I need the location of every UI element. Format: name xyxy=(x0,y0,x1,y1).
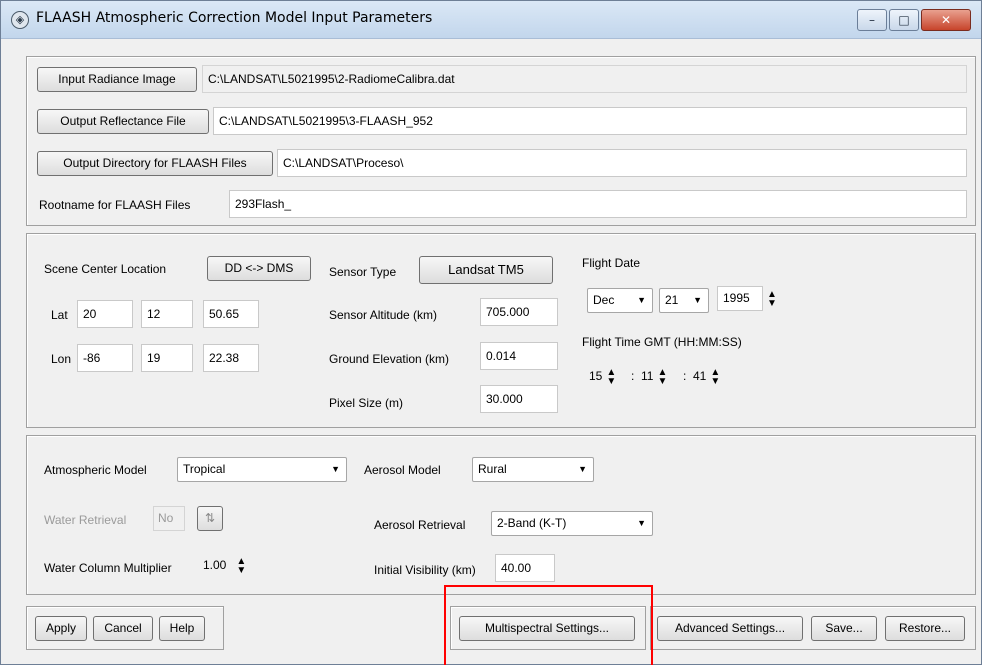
save-button[interactable]: Save... xyxy=(811,616,877,641)
pixel-size-label: Pixel Size (m) xyxy=(329,396,404,410)
app-icon: ◈ xyxy=(11,11,29,29)
footer-right-group: Advanced Settings... Save... Restore... xyxy=(650,606,976,650)
toggle-arrows-icon: ⇅ xyxy=(197,506,223,531)
atmosphere-panel: Atmospheric Model Tropical ▼ Aerosol Mod… xyxy=(26,435,976,595)
lat-seconds-field[interactable]: 50.65 xyxy=(203,300,259,328)
aerosol-model-select[interactable]: Rural ▼ xyxy=(472,457,594,482)
spinner-arrows-icon[interactable]: ▲ ▼ xyxy=(767,289,777,308)
chevron-down-icon: ▼ xyxy=(578,464,587,474)
input-radiance-field: C:\LANDSAT\L5021995\2-RadiomeCalibra.dat xyxy=(202,65,967,93)
lon-label: Lon xyxy=(51,352,72,366)
atmospheric-model-label: Atmospheric Model xyxy=(44,463,147,477)
output-directory-button[interactable]: Output Directory for FLAASH Files xyxy=(37,151,273,176)
scene-panel: Scene Center Location DD <-> DMS Lat 20 … xyxy=(26,233,976,428)
hour-value: 15 xyxy=(589,369,603,383)
sensor-type-button[interactable]: Landsat TM5 xyxy=(419,256,553,284)
initial-visibility-label: Initial Visibility (km) xyxy=(374,563,476,577)
dd-dms-toggle-button[interactable]: DD <-> DMS xyxy=(207,256,311,281)
lat-minutes-field[interactable]: 12 xyxy=(141,300,193,328)
lon-seconds-field[interactable]: 22.38 xyxy=(203,344,259,372)
aerosol-retrieval-value: 2-Band (K-T) xyxy=(497,516,567,530)
chevron-down-icon: ▼ xyxy=(331,464,340,474)
apply-button[interactable]: Apply xyxy=(35,616,87,641)
advanced-settings-button[interactable]: Advanced Settings... xyxy=(657,616,803,641)
day-select[interactable]: 21 ▼ xyxy=(659,288,709,313)
title-bar: ◈ FLAASH Atmospheric Correction Model In… xyxy=(1,1,981,39)
atmospheric-model-value: Tropical xyxy=(183,462,226,476)
water-retrieval-field: No xyxy=(153,506,185,531)
pixel-size-field[interactable]: 30.000 xyxy=(480,385,558,413)
sensor-altitude-field[interactable]: 705.000 xyxy=(480,298,558,326)
lat-degrees-field[interactable]: 20 xyxy=(77,300,133,328)
lat-label: Lat xyxy=(51,308,68,322)
rootname-label: Rootname for FLAASH Files xyxy=(39,198,191,212)
month-select[interactable]: Dec ▼ xyxy=(587,288,653,313)
year-spinner[interactable]: 1995 ▲ ▼ xyxy=(717,286,785,312)
time-separator: : xyxy=(631,369,635,383)
second-spinner[interactable]: 41 ▲ ▼ xyxy=(693,364,720,389)
aerosol-model-label: Aerosol Model xyxy=(364,463,441,477)
ground-elevation-label: Ground Elevation (km) xyxy=(329,352,450,366)
day-value: 21 xyxy=(665,293,679,307)
input-radiance-button[interactable]: Input Radiance Image xyxy=(37,67,197,92)
scene-center-label: Scene Center Location xyxy=(44,262,167,276)
sensor-altitude-label: Sensor Altitude (km) xyxy=(329,308,438,322)
minute-spinner[interactable]: 11 ▲ ▼ xyxy=(641,364,667,389)
minute-value: 11 xyxy=(641,369,654,383)
flight-time-label: Flight Time GMT (HH:MM:SS) xyxy=(582,335,742,349)
spinner-arrows-icon[interactable]: ▲ ▼ xyxy=(657,367,667,386)
aerosol-retrieval-label: Aerosol Retrieval xyxy=(374,518,466,532)
aerosol-retrieval-select[interactable]: 2-Band (K-T) ▼ xyxy=(491,511,653,536)
hour-spinner[interactable]: 15 ▲ ▼ xyxy=(589,364,616,389)
highlight-box xyxy=(444,585,653,665)
sensor-type-label: Sensor Type xyxy=(329,265,397,279)
water-column-multiplier-spinner[interactable]: 1.00 ▲ ▼ xyxy=(203,553,246,578)
water-retrieval-label: Water Retrieval xyxy=(44,513,127,527)
time-separator: : xyxy=(683,369,687,383)
spinner-arrows-icon[interactable]: ▲ ▼ xyxy=(236,556,246,575)
rootname-field[interactable]: 293Flash_ xyxy=(229,190,967,218)
lon-degrees-field[interactable]: -86 xyxy=(77,344,133,372)
window-title: FLAASH Atmospheric Correction Model Inpu… xyxy=(36,10,433,26)
spinner-arrows-icon[interactable]: ▲ ▼ xyxy=(606,367,616,386)
restore-button[interactable]: Restore... xyxy=(885,616,965,641)
close-button[interactable]: ✕ xyxy=(921,9,971,31)
aerosol-model-value: Rural xyxy=(478,462,507,476)
output-reflectance-field[interactable]: C:\LANDSAT\L5021995\3-FLAASH_952 xyxy=(213,107,967,135)
spinner-arrows-icon[interactable]: ▲ ▼ xyxy=(710,367,720,386)
output-directory-field[interactable]: C:\LANDSAT\Proceso\ xyxy=(277,149,967,177)
maximize-button[interactable]: □ xyxy=(889,9,919,31)
month-value: Dec xyxy=(593,293,615,307)
second-value: 41 xyxy=(693,369,707,383)
water-column-multiplier-label: Water Column Multiplier xyxy=(44,561,172,575)
year-field[interactable]: 1995 xyxy=(717,286,763,312)
ground-elevation-field[interactable]: 0.014 xyxy=(480,342,558,370)
lon-minutes-field[interactable]: 19 xyxy=(141,344,193,372)
output-reflectance-button[interactable]: Output Reflectance File xyxy=(37,109,209,134)
water-column-multiplier-value: 1.00 xyxy=(203,558,227,572)
cancel-button[interactable]: Cancel xyxy=(93,616,153,641)
flaash-dialog: ◈ FLAASH Atmospheric Correction Model In… xyxy=(0,0,982,665)
files-panel: Input Radiance Image C:\LANDSAT\L5021995… xyxy=(26,56,976,226)
chevron-down-icon: ▼ xyxy=(637,518,646,528)
minimize-button[interactable]: – xyxy=(857,9,887,31)
footer-left-group: Apply Cancel Help xyxy=(26,606,224,650)
flight-date-label: Flight Date xyxy=(582,256,641,270)
atmospheric-model-select[interactable]: Tropical ▼ xyxy=(177,457,347,482)
chevron-down-icon: ▼ xyxy=(693,295,702,305)
help-button[interactable]: Help xyxy=(159,616,205,641)
chevron-down-icon: ▼ xyxy=(637,295,646,305)
initial-visibility-field[interactable]: 40.00 xyxy=(495,554,555,582)
